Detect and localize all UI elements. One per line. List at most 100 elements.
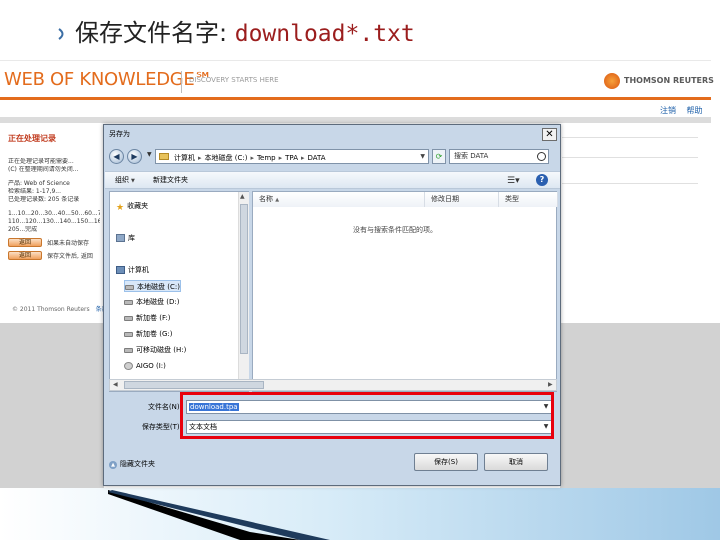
hard-drive-icon (124, 299, 133, 305)
column-header-type[interactable]: 类型 (499, 192, 558, 207)
nav-label: 计算机 (128, 266, 149, 274)
save-type-label: 保存类型(T): (141, 423, 182, 431)
processing-line: 110...120...130...140...150...160...17..… (8, 218, 100, 225)
thomson-reuters-brand: THOMSON REUTERS (624, 76, 714, 85)
scroll-thumb[interactable] (124, 381, 264, 389)
hide-folders-toggle[interactable]: ▲ 隐藏文件夹 (109, 459, 155, 469)
help-icon[interactable]: ? (536, 174, 548, 186)
recent-locations-icon[interactable]: ▼ (147, 151, 152, 158)
nav-item-favorites[interactable]: ★ 收藏夹 (116, 200, 149, 213)
nav-label: 本地磁盘 (D:) (136, 298, 180, 306)
nav-scrollbar[interactable]: ▲ ▼ (238, 192, 249, 391)
library-icon (116, 234, 125, 242)
breadcrumb-item[interactable]: DATA (308, 154, 326, 162)
hide-folders-label: 隐藏文件夹 (120, 460, 155, 468)
scroll-right-icon[interactable]: ▶ (548, 381, 553, 388)
processing-panel: 正在处理记录 正在处理记录可能需要... (C) 在整理期间请勿关闭... 产品… (8, 133, 100, 303)
star-icon: ★ (116, 203, 125, 213)
nav-label: 库 (128, 234, 135, 242)
back-description: 如果未自动保存 (47, 240, 90, 247)
heading-prefix: 保存文件名字: (75, 19, 235, 47)
breadcrumb-item[interactable]: TPA (285, 154, 298, 162)
address-bar[interactable]: 计算机 ▸ 本地磁盘 (C:) ▸ Temp ▸ TPA ▸ DATA ▼ (155, 149, 429, 164)
disc-drive-icon (124, 362, 133, 370)
overlay-right (560, 323, 720, 489)
nav-label: 收藏夹 (127, 202, 149, 210)
organize-label: 组织 (115, 176, 129, 184)
back-arrow-icon[interactable]: ◀ (109, 149, 124, 164)
nav-item-drive-c[interactable]: 本地磁盘 (C:) (124, 280, 181, 292)
back-button[interactable]: 返回 (8, 238, 42, 247)
tagline: DISCOVERY STARTS HERE (189, 76, 279, 84)
annotation-highlight-box (180, 392, 554, 439)
nav-label: 新加卷 (F:) (136, 314, 171, 322)
address-row: ◀ ▶ ▼ 计算机 ▸ 本地磁盘 (C:) ▸ Temp ▸ TPA ▸ DATA ▼ ⟳ 搜索… (109, 147, 557, 167)
return-description: 保存文件后, 返回 (47, 253, 93, 260)
slide-heading: 保存文件名字: download*.txt (75, 17, 415, 50)
collapse-icon: ▲ (109, 461, 117, 469)
empty-message: 没有与搜索条件匹配的项。 (353, 226, 437, 234)
nav-item-libraries[interactable]: 库 (116, 232, 135, 244)
processing-line: 正在处理记录可能需要... (8, 158, 74, 165)
nav-item-drive-h[interactable]: 可移动磁盘 (H:) (124, 344, 186, 356)
header-accent-bar (0, 97, 711, 100)
column-header-date[interactable]: 修改日期 (425, 192, 499, 207)
new-folder-button[interactable]: 新建文件夹 (153, 175, 188, 185)
forward-arrow-icon[interactable]: ▶ (127, 149, 142, 164)
cancel-button[interactable]: 取消 (484, 453, 548, 471)
scroll-left-icon[interactable]: ◀ (113, 381, 118, 388)
heading-filename: download*.txt (234, 21, 415, 47)
removable-drive-icon (124, 347, 133, 353)
organize-menu[interactable]: 组织 ▼ (115, 175, 135, 185)
processing-line: 检索结果: 1-17,9... (8, 188, 61, 195)
save-button[interactable]: 保存(S) (414, 453, 478, 471)
breadcrumb-item[interactable]: 本地磁盘 (C:) (205, 154, 248, 162)
nav-label: 可移动磁盘 (H:) (136, 346, 187, 354)
nav-label: 新加卷 (G:) (136, 330, 173, 338)
navigation-pane: ★ 收藏夹 库 计算机 本地磁盘 (C:) 本地磁盘 (D:) 新加卷 (F:) … (109, 191, 249, 392)
file-name-label: 文件名(N): (147, 403, 182, 411)
processing-line: 1...10...20...30...40...50...60...70... (8, 210, 100, 217)
file-list: 名称 ▲ 修改日期 类型 没有与搜索条件匹配的项。 (252, 191, 558, 392)
return-button[interactable]: 返回 (8, 251, 42, 260)
horizontal-scrollbar[interactable]: ◀ ▶ (109, 379, 557, 391)
close-icon[interactable]: ✕ (542, 128, 557, 141)
processing-title: 正在处理记录 (8, 134, 56, 143)
hard-drive-icon (124, 331, 133, 337)
breadcrumb-item[interactable]: 计算机 (174, 154, 195, 162)
nav-item-drive-g[interactable]: 新加卷 (G:) (124, 328, 172, 340)
column-header-name[interactable]: 名称 ▲ (253, 192, 425, 207)
column-name-label: 名称 (259, 195, 273, 203)
logout-link[interactable]: 注销 (660, 106, 676, 115)
nav-item-computer[interactable]: 计算机 (116, 264, 149, 276)
search-input[interactable]: 搜索 DATA (449, 149, 549, 164)
folder-icon (159, 153, 169, 160)
processing-line: (C) 在整理期间请勿关闭... (8, 166, 79, 173)
processing-line: 产品: Web of Science (8, 180, 70, 187)
chevron-down-icon[interactable]: ▼ (420, 153, 425, 160)
breadcrumb-item[interactable]: Temp (257, 154, 276, 162)
nav-item-drive-f[interactable]: 新加卷 (F:) (124, 312, 171, 324)
refresh-icon[interactable]: ⟳ (432, 149, 446, 164)
processing-line: 已处理记录数: 205 条记录 (8, 196, 80, 203)
search-icon[interactable] (537, 152, 546, 161)
page-footer: © 2011 Thomson Reuters 条款 (12, 304, 108, 313)
view-options-icon[interactable]: ☰▾ (507, 176, 520, 186)
top-links: 注销 帮助 (652, 105, 703, 116)
scroll-up-icon[interactable]: ▲ (240, 193, 245, 200)
nav-label: 本地磁盘 (C:) (137, 283, 180, 291)
overlay-left (0, 323, 104, 489)
search-placeholder: 搜索 DATA (454, 152, 489, 160)
curved-arrow-bullet-icon (58, 28, 64, 40)
scroll-thumb[interactable] (240, 204, 248, 354)
help-link[interactable]: 帮助 (687, 106, 703, 115)
right-panel (562, 127, 698, 203)
logo-divider (181, 71, 182, 93)
computer-icon (116, 266, 125, 274)
thomson-reuters-logo-icon (604, 73, 620, 89)
nav-bar (0, 117, 711, 123)
nav-label: AIGO (I:) (136, 362, 166, 370)
nav-item-drive-i[interactable]: AIGO (I:) (124, 360, 166, 372)
hard-drive-icon (125, 284, 134, 290)
nav-item-drive-d[interactable]: 本地磁盘 (D:) (124, 296, 179, 308)
